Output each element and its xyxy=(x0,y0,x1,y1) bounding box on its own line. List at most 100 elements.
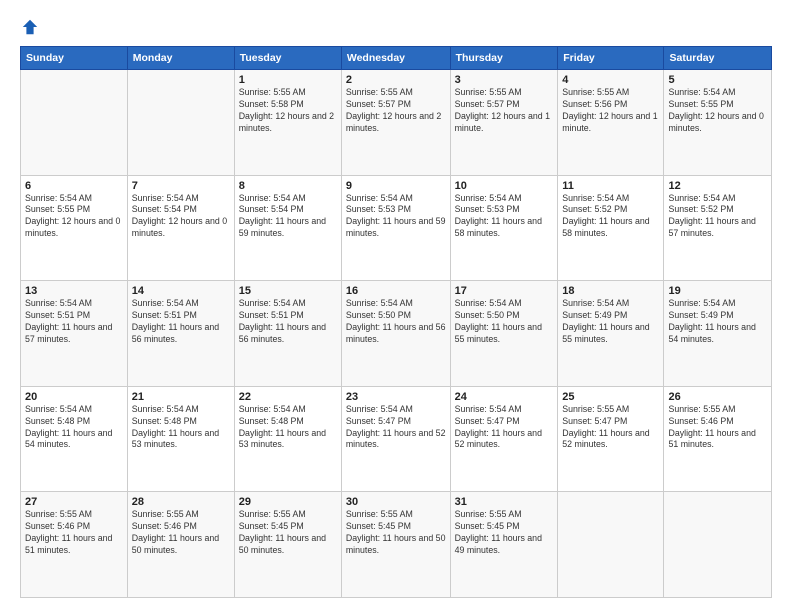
day-cell: 27Sunrise: 5:55 AM Sunset: 5:46 PM Dayli… xyxy=(21,492,128,598)
day-number: 15 xyxy=(239,285,337,297)
day-info: Sunrise: 5:54 AM Sunset: 5:49 PM Dayligh… xyxy=(562,298,659,346)
day-info: Sunrise: 5:54 AM Sunset: 5:54 PM Dayligh… xyxy=(132,193,230,241)
day-cell: 18Sunrise: 5:54 AM Sunset: 5:49 PM Dayli… xyxy=(558,281,664,387)
day-header-sunday: Sunday xyxy=(21,47,128,70)
day-cell: 25Sunrise: 5:55 AM Sunset: 5:47 PM Dayli… xyxy=(558,386,664,492)
day-number: 21 xyxy=(132,391,230,403)
day-info: Sunrise: 5:54 AM Sunset: 5:54 PM Dayligh… xyxy=(239,193,337,241)
day-info: Sunrise: 5:54 AM Sunset: 5:53 PM Dayligh… xyxy=(455,193,554,241)
day-number: 20 xyxy=(25,391,123,403)
day-cell: 24Sunrise: 5:54 AM Sunset: 5:47 PM Dayli… xyxy=(450,386,558,492)
day-info: Sunrise: 5:54 AM Sunset: 5:51 PM Dayligh… xyxy=(25,298,123,346)
day-cell: 30Sunrise: 5:55 AM Sunset: 5:45 PM Dayli… xyxy=(341,492,450,598)
day-cell: 31Sunrise: 5:55 AM Sunset: 5:45 PM Dayli… xyxy=(450,492,558,598)
day-number: 9 xyxy=(346,180,446,192)
day-number: 7 xyxy=(132,180,230,192)
day-number: 29 xyxy=(239,496,337,508)
day-cell: 20Sunrise: 5:54 AM Sunset: 5:48 PM Dayli… xyxy=(21,386,128,492)
day-info: Sunrise: 5:54 AM Sunset: 5:49 PM Dayligh… xyxy=(668,298,767,346)
day-cell: 7Sunrise: 5:54 AM Sunset: 5:54 PM Daylig… xyxy=(127,175,234,281)
day-number: 6 xyxy=(25,180,123,192)
day-info: Sunrise: 5:55 AM Sunset: 5:57 PM Dayligh… xyxy=(346,87,446,135)
day-info: Sunrise: 5:54 AM Sunset: 5:51 PM Dayligh… xyxy=(239,298,337,346)
day-info: Sunrise: 5:55 AM Sunset: 5:45 PM Dayligh… xyxy=(455,509,554,557)
week-row-2: 6Sunrise: 5:54 AM Sunset: 5:55 PM Daylig… xyxy=(21,175,772,281)
day-cell: 17Sunrise: 5:54 AM Sunset: 5:50 PM Dayli… xyxy=(450,281,558,387)
day-cell: 21Sunrise: 5:54 AM Sunset: 5:48 PM Dayli… xyxy=(127,386,234,492)
day-info: Sunrise: 5:54 AM Sunset: 5:51 PM Dayligh… xyxy=(132,298,230,346)
day-number: 26 xyxy=(668,391,767,403)
day-header-friday: Friday xyxy=(558,47,664,70)
day-cell: 19Sunrise: 5:54 AM Sunset: 5:49 PM Dayli… xyxy=(664,281,772,387)
week-row-3: 13Sunrise: 5:54 AM Sunset: 5:51 PM Dayli… xyxy=(21,281,772,387)
day-cell: 5Sunrise: 5:54 AM Sunset: 5:55 PM Daylig… xyxy=(664,70,772,176)
day-number: 19 xyxy=(668,285,767,297)
day-cell: 28Sunrise: 5:55 AM Sunset: 5:46 PM Dayli… xyxy=(127,492,234,598)
day-cell: 11Sunrise: 5:54 AM Sunset: 5:52 PM Dayli… xyxy=(558,175,664,281)
day-number: 16 xyxy=(346,285,446,297)
day-cell: 15Sunrise: 5:54 AM Sunset: 5:51 PM Dayli… xyxy=(234,281,341,387)
day-cell: 29Sunrise: 5:55 AM Sunset: 5:45 PM Dayli… xyxy=(234,492,341,598)
day-cell: 10Sunrise: 5:54 AM Sunset: 5:53 PM Dayli… xyxy=(450,175,558,281)
day-cell: 22Sunrise: 5:54 AM Sunset: 5:48 PM Dayli… xyxy=(234,386,341,492)
day-info: Sunrise: 5:54 AM Sunset: 5:55 PM Dayligh… xyxy=(668,87,767,135)
day-cell xyxy=(664,492,772,598)
day-cell xyxy=(127,70,234,176)
day-info: Sunrise: 5:55 AM Sunset: 5:47 PM Dayligh… xyxy=(562,404,659,452)
day-number: 4 xyxy=(562,74,659,86)
day-number: 23 xyxy=(346,391,446,403)
day-number: 13 xyxy=(25,285,123,297)
day-cell: 4Sunrise: 5:55 AM Sunset: 5:56 PM Daylig… xyxy=(558,70,664,176)
day-info: Sunrise: 5:54 AM Sunset: 5:50 PM Dayligh… xyxy=(455,298,554,346)
day-cell: 6Sunrise: 5:54 AM Sunset: 5:55 PM Daylig… xyxy=(21,175,128,281)
day-info: Sunrise: 5:54 AM Sunset: 5:55 PM Dayligh… xyxy=(25,193,123,241)
day-cell: 8Sunrise: 5:54 AM Sunset: 5:54 PM Daylig… xyxy=(234,175,341,281)
day-number: 14 xyxy=(132,285,230,297)
day-info: Sunrise: 5:55 AM Sunset: 5:46 PM Dayligh… xyxy=(668,404,767,452)
logo xyxy=(20,18,40,36)
day-header-monday: Monday xyxy=(127,47,234,70)
week-row-4: 20 Sunrise: 5:54 AM Sunset: 5:48 PM Dayli… xyxy=(21,386,772,492)
day-number: 25 xyxy=(562,391,659,403)
day-cell: 23Sunrise: 5:54 AM Sunset: 5:47 PM Dayli… xyxy=(341,386,450,492)
day-header-saturday: Saturday xyxy=(664,47,772,70)
day-header-wednesday: Wednesday xyxy=(341,47,450,70)
day-info: Sunrise: 5:54 AM Sunset: 5:47 PM Dayligh… xyxy=(346,404,446,452)
page: SundayMondayTuesdayWednesdayThursdayFrid… xyxy=(0,0,792,612)
logo-icon xyxy=(21,18,39,36)
day-number: 2 xyxy=(346,74,446,86)
day-info: Sunrise: 5:55 AM Sunset: 5:58 PM Dayligh… xyxy=(239,87,337,135)
day-cell: 2Sunrise: 5:55 AM Sunset: 5:57 PM Daylig… xyxy=(341,70,450,176)
week-row-5: 27Sunrise: 5:55 AM Sunset: 5:46 PM Dayli… xyxy=(21,492,772,598)
day-info: Sunrise: 5:55 AM Sunset: 5:56 PM Dayligh… xyxy=(562,87,659,135)
day-number: 18 xyxy=(562,285,659,297)
day-info: Sunrise: 5:54 AM Sunset: 5:48 PM Dayligh… xyxy=(132,404,230,452)
day-cell: 26Sunrise: 5:55 AM Sunset: 5:46 PM Dayli… xyxy=(664,386,772,492)
day-info: Sunrise: 5:54 AM Sunset: 5:48 PM Dayligh… xyxy=(239,404,337,452)
day-info: Sunrise: 5:54 AM Sunset: 5:50 PM Dayligh… xyxy=(346,298,446,346)
day-info: Sunrise: 5:55 AM Sunset: 5:45 PM Dayligh… xyxy=(239,509,337,557)
week-row-1: 1Sunrise: 5:55 AM Sunset: 5:58 PM Daylig… xyxy=(21,70,772,176)
day-number: 24 xyxy=(455,391,554,403)
day-number: 30 xyxy=(346,496,446,508)
day-number: 17 xyxy=(455,285,554,297)
day-info: Sunrise: 5:55 AM Sunset: 5:46 PM Dayligh… xyxy=(25,509,123,557)
day-info: Sunrise: 5:54 AM Sunset: 5:52 PM Dayligh… xyxy=(668,193,767,241)
day-header-thursday: Thursday xyxy=(450,47,558,70)
header xyxy=(20,18,772,36)
day-number: 1 xyxy=(239,74,337,86)
day-number: 10 xyxy=(455,180,554,192)
day-cell xyxy=(21,70,128,176)
header-row: SundayMondayTuesdayWednesdayThursdayFrid… xyxy=(21,47,772,70)
day-info: Sunrise: 5:54 AM Sunset: 5:53 PM Dayligh… xyxy=(346,193,446,241)
day-info: Sunrise: 5:55 AM Sunset: 5:45 PM Dayligh… xyxy=(346,509,446,557)
day-cell: 13Sunrise: 5:54 AM Sunset: 5:51 PM Dayli… xyxy=(21,281,128,387)
day-cell: 14Sunrise: 5:54 AM Sunset: 5:51 PM Dayli… xyxy=(127,281,234,387)
day-cell: 3Sunrise: 5:55 AM Sunset: 5:57 PM Daylig… xyxy=(450,70,558,176)
day-cell: 12Sunrise: 5:54 AM Sunset: 5:52 PM Dayli… xyxy=(664,175,772,281)
day-number: 27 xyxy=(25,496,123,508)
day-cell: 9Sunrise: 5:54 AM Sunset: 5:53 PM Daylig… xyxy=(341,175,450,281)
day-number: 11 xyxy=(562,180,659,192)
day-number: 3 xyxy=(455,74,554,86)
day-number: 8 xyxy=(239,180,337,192)
